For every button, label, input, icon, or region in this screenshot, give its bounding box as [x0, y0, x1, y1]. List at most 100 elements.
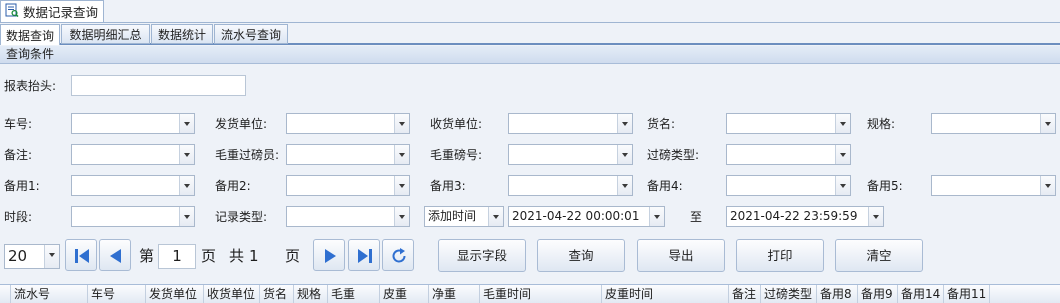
chevron-down-icon[interactable] [179, 145, 194, 164]
page-size-combo[interactable]: 20 [4, 244, 60, 269]
report-header-label: 报表抬头: [4, 79, 57, 93]
tab-data-detail-summary[interactable]: 数据明细汇总 [61, 24, 150, 44]
skip-forward-icon [358, 249, 372, 263]
panel-header: 查询条件 [0, 46, 1060, 64]
prev-page-button[interactable] [99, 239, 131, 271]
column-header[interactable]: 发货单位 [146, 285, 204, 303]
start-datetime-value: 2021-04-22 00:00:01 [512, 209, 640, 223]
chevron-down-icon[interactable] [488, 207, 503, 226]
window-title-tab[interactable]: 数据记录查询 [0, 0, 104, 22]
shipper-label: 发货单位: [215, 117, 268, 131]
vehicle-label: 车号: [4, 117, 33, 131]
chevron-down-icon[interactable] [394, 176, 409, 195]
record-type-combo[interactable] [286, 206, 410, 227]
period-label: 时段: [4, 210, 33, 224]
spec-combo[interactable] [931, 113, 1056, 134]
title-divider [0, 22, 1060, 23]
column-header[interactable]: 流水号 [11, 285, 88, 303]
chevron-down-icon[interactable] [617, 114, 632, 133]
page-size-value: 20 [8, 247, 28, 265]
chevron-down-icon[interactable] [835, 145, 850, 164]
start-datetime-picker[interactable]: 2021-04-22 00:00:01 [508, 206, 665, 227]
chevron-down-icon[interactable] [394, 114, 409, 133]
chevron-down-icon[interactable] [179, 114, 194, 133]
last-page-button[interactable] [348, 239, 380, 271]
column-header[interactable]: 备注 [729, 285, 761, 303]
spare2-combo[interactable] [286, 175, 410, 196]
record-type-label: 记录类型: [215, 210, 268, 224]
spare2-label: 备用2: [215, 179, 251, 193]
chevron-down-icon[interactable] [44, 245, 59, 268]
chevron-down-icon[interactable] [649, 207, 664, 226]
vehicle-combo[interactable] [71, 113, 195, 134]
spare4-combo[interactable] [726, 175, 851, 196]
column-header[interactable]: 规格 [294, 285, 328, 303]
current-page-input[interactable]: 1 [158, 244, 196, 269]
query-button[interactable]: 查询 [537, 239, 625, 272]
column-header[interactable]: 备用14 [898, 285, 944, 303]
spec-label: 规格: [867, 117, 896, 131]
weigh-type-combo[interactable] [726, 144, 851, 165]
column-header[interactable]: 备用11 [944, 285, 990, 303]
end-datetime-picker[interactable]: 2021-04-22 23:59:59 [726, 206, 884, 227]
gross-weigher-combo[interactable] [286, 144, 410, 165]
tab-data-statistics[interactable]: 数据统计 [151, 24, 213, 44]
chevron-down-icon[interactable] [179, 176, 194, 195]
spare5-combo[interactable] [931, 175, 1056, 196]
report-icon [5, 3, 19, 20]
export-button[interactable]: 导出 [637, 239, 725, 272]
gross-scale-label: 毛重磅号: [430, 148, 483, 162]
spare1-combo[interactable] [71, 175, 195, 196]
report-header-input[interactable] [71, 75, 246, 96]
chevron-down-icon[interactable] [617, 176, 632, 195]
page-suffix: 页 [201, 247, 217, 265]
column-header[interactable]: 皮重时间 [602, 285, 729, 303]
column-header[interactable]: 皮重 [380, 285, 429, 303]
time-field-combo[interactable]: 添加时间 [424, 206, 504, 227]
first-page-button[interactable] [65, 239, 97, 271]
period-combo[interactable] [71, 206, 195, 227]
receiver-combo[interactable] [508, 113, 633, 134]
chevron-down-icon[interactable] [179, 207, 194, 226]
tab-serial-query[interactable]: 流水号查询 [214, 24, 288, 44]
refresh-button[interactable] [382, 239, 414, 271]
print-button[interactable]: 打印 [736, 239, 824, 272]
column-header[interactable]: 净重 [429, 285, 480, 303]
chevron-down-icon[interactable] [1040, 114, 1055, 133]
column-header[interactable]: 收货单位 [204, 285, 260, 303]
gross-scale-combo[interactable] [508, 144, 633, 165]
column-header[interactable]: 备用8 [817, 285, 858, 303]
next-page-button[interactable] [313, 239, 345, 271]
column-header[interactable]: 车号 [88, 285, 146, 303]
time-field-value: 添加时间 [428, 209, 477, 223]
remark-combo[interactable] [71, 144, 195, 165]
goods-combo[interactable] [726, 113, 851, 134]
spare3-combo[interactable] [508, 175, 633, 196]
clear-button[interactable]: 清空 [835, 239, 923, 272]
row-indicator-header [0, 285, 11, 303]
chevron-down-icon[interactable] [617, 145, 632, 164]
chevron-down-icon[interactable] [835, 176, 850, 195]
column-header[interactable]: 毛重 [328, 285, 380, 303]
chevron-down-icon[interactable] [394, 145, 409, 164]
chevron-down-icon[interactable] [835, 114, 850, 133]
chevron-down-icon[interactable] [394, 207, 409, 226]
to-label: 至 [690, 210, 703, 224]
tab-bar: 数据查询 数据明细汇总 数据统计 流水号查询 [0, 24, 1060, 45]
play-back-icon [110, 249, 121, 263]
shipper-combo[interactable] [286, 113, 410, 134]
total-suffix: 页 [285, 247, 301, 265]
column-header[interactable]: 过磅类型 [761, 285, 817, 303]
column-header[interactable]: 备用9 [858, 285, 898, 303]
chevron-down-icon[interactable] [1040, 176, 1055, 195]
gross-weigher-label: 毛重过磅员: [215, 148, 280, 162]
show-fields-button[interactable]: 显示字段 [438, 239, 526, 272]
weigh-type-label: 过磅类型: [647, 148, 700, 162]
play-icon [325, 249, 336, 263]
column-header[interactable]: 毛重时间 [480, 285, 602, 303]
spare5-label: 备用5: [867, 179, 903, 193]
tab-data-query[interactable]: 数据查询 [0, 24, 60, 45]
end-datetime-value: 2021-04-22 23:59:59 [730, 209, 858, 223]
chevron-down-icon[interactable] [868, 207, 883, 226]
column-header[interactable]: 货名 [260, 285, 294, 303]
